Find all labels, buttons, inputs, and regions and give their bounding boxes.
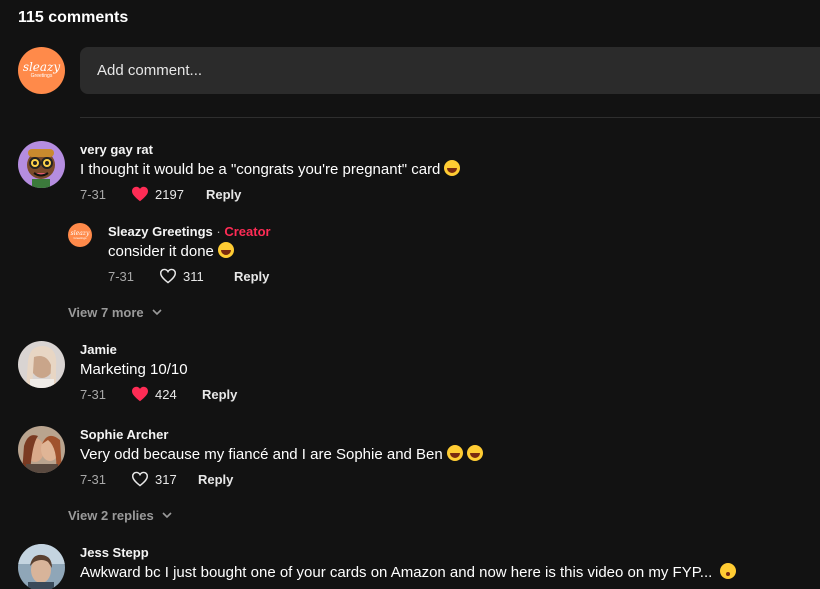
like-button[interactable]: 317: [131, 471, 198, 487]
avatar[interactable]: sleazy Greetings: [68, 223, 92, 247]
comment-text: Marketing 10/10: [80, 361, 188, 378]
like-count: 317: [155, 471, 177, 487]
comment-author[interactable]: Sophie Archer: [80, 426, 810, 444]
sleazy-logo-subtext: Greetings: [73, 235, 87, 240]
comment-text: Awkward bc I just bought one of your car…: [80, 564, 713, 581]
sleazy-logo-subtext: Greetings: [30, 73, 53, 79]
avatar[interactable]: [18, 141, 65, 188]
sleazy-logo-text: sleazy: [22, 60, 61, 74]
comment-date: 7-31: [80, 186, 107, 202]
comment-author[interactable]: Sleazy Greetings: [108, 224, 213, 239]
comment-composer: sleazy Greetings: [18, 47, 820, 94]
view-replies-label: View 2 replies: [68, 508, 154, 523]
heart-filled-icon: [132, 186, 148, 202]
add-comment-input[interactable]: [80, 47, 820, 94]
comment-text: I thought it would be a "congrats you're…: [80, 161, 441, 178]
heart-outline-icon: [131, 471, 149, 487]
surprised-emoji-icon: [720, 563, 737, 579]
comments-count-title: 115 comments: [18, 9, 129, 26]
heart-outline-icon: [159, 268, 177, 284]
comments-panel: 115 comments sleazy Greetings very gay: [0, 0, 820, 589]
comment-date: 7-31: [108, 268, 135, 284]
avatar[interactable]: [18, 426, 65, 473]
avatar[interactable]: [18, 341, 65, 388]
profile-photo-icon: [18, 426, 65, 473]
profile-photo-icon: [18, 341, 65, 388]
like-button[interactable]: 424: [131, 386, 202, 402]
chevron-down-icon: [152, 309, 162, 316]
comment-date: 7-31: [80, 386, 107, 402]
view-more-label: View 7 more: [68, 305, 144, 320]
comment-author[interactable]: Jess Stepp: [80, 544, 810, 562]
laughing-emoji-icon: [217, 242, 234, 258]
laughing-emoji-icon: [446, 445, 463, 461]
like-button[interactable]: 311: [159, 268, 234, 284]
comment-author[interactable]: very gay rat: [80, 141, 810, 159]
laughing-emoji-icon: [444, 160, 461, 176]
comment-text: consider it done: [108, 243, 214, 260]
chevron-down-icon: [162, 512, 172, 519]
reply-button[interactable]: Reply: [202, 387, 237, 402]
laughing-emoji-icon: [466, 445, 483, 461]
like-button[interactable]: 2197: [131, 186, 206, 202]
view-replies-button[interactable]: View 2 replies: [68, 508, 172, 523]
view-more-replies-button[interactable]: View 7 more: [68, 305, 162, 320]
creator-badge: Creator: [224, 224, 271, 239]
like-count: 424: [155, 386, 177, 402]
separator: ·: [212, 224, 225, 239]
cartoon-rat-avatar-icon: [18, 141, 65, 188]
avatar[interactable]: [18, 544, 65, 589]
profile-photo-icon: [18, 544, 65, 589]
comment-text: Very odd because my fiancé and I are Sop…: [80, 446, 443, 463]
current-user-avatar: sleazy Greetings: [18, 47, 65, 94]
composer-divider: [80, 117, 820, 118]
like-count: 311: [183, 268, 204, 284]
reply-button[interactable]: Reply: [206, 187, 241, 202]
reply-button[interactable]: Reply: [234, 269, 269, 284]
comment-author[interactable]: Jamie: [80, 341, 810, 359]
like-count: 2197: [155, 186, 184, 202]
heart-filled-icon: [132, 386, 148, 402]
comment-date: 7-31: [80, 471, 107, 487]
reply-button[interactable]: Reply: [198, 472, 233, 487]
